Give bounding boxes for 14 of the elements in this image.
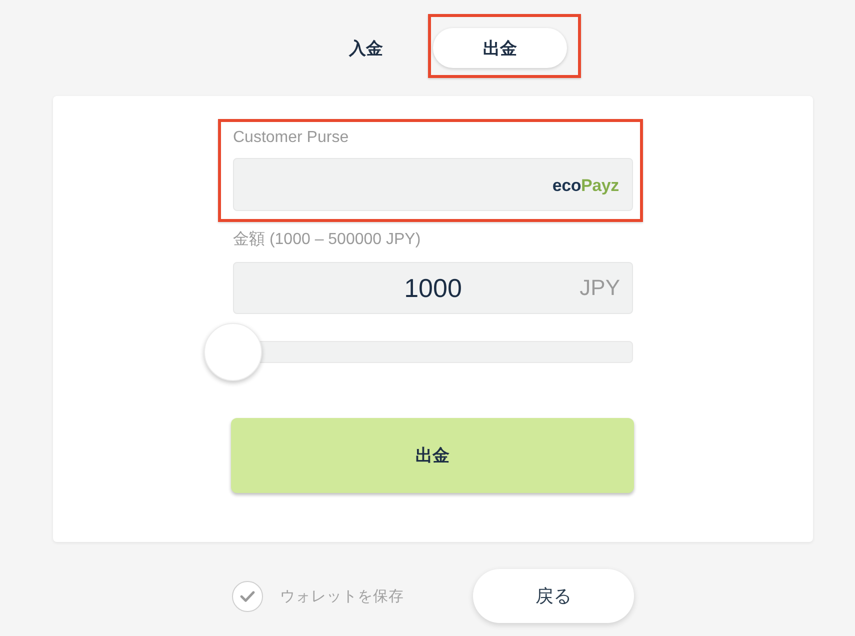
amount-slider[interactable] (204, 323, 633, 381)
amount-value: 1000 (404, 272, 462, 304)
back-button[interactable]: 戻る (473, 569, 634, 623)
tab[interactable]: 入金 (299, 28, 433, 68)
currency-label: JPY (580, 275, 621, 301)
field-label: Customer Purse (233, 128, 349, 148)
check-icon (240, 590, 255, 602)
checkbox-label: ウォレットを保存 (280, 586, 404, 606)
amount-field[interactable]: 1000 JPY (233, 262, 633, 314)
submit-button[interactable]: 出金 (231, 418, 634, 493)
field-label: 金額 (1000 – 500000 JPY) (233, 230, 421, 250)
tab[interactable]: 出金 (433, 28, 567, 68)
save-wallet-checkbox[interactable] (232, 580, 263, 612)
slider-thumb[interactable] (204, 323, 262, 381)
